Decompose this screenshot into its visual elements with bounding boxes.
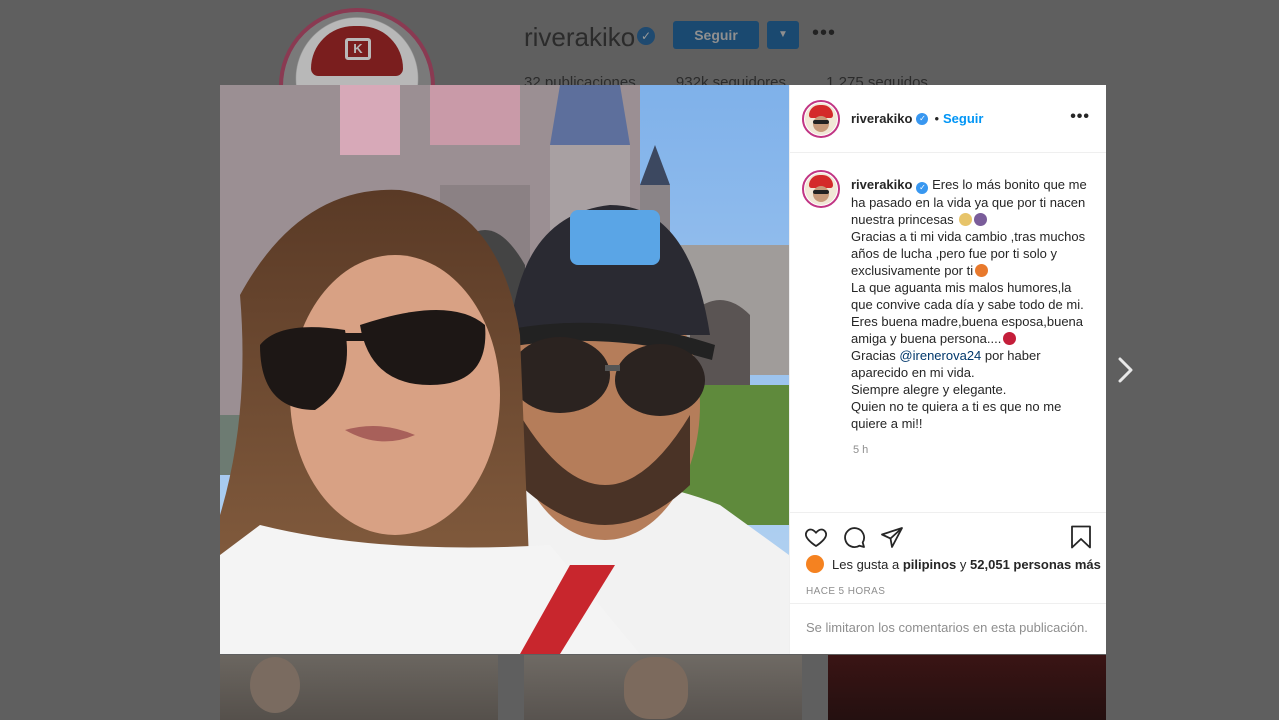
kiss-emoji-icon: [1003, 332, 1017, 345]
collision-emoji-icon: [975, 264, 989, 277]
caption-line: La que aguanta mis malos humores,la que …: [851, 280, 1084, 312]
more-options-icon[interactable]: •••: [1070, 109, 1090, 125]
likes-prefix: Les gusta a: [832, 556, 900, 572]
verified-icon: ✓: [916, 182, 929, 194]
post-sidebar: riverakiko ✓ • Seguir ••• riverakiko ✓ Er…: [789, 85, 1106, 654]
caption-area: riverakiko ✓ Eres lo más bonito que me ha…: [790, 154, 1106, 512]
caption-text: riverakiko ✓ Eres lo más bonito que me ha…: [851, 176, 1090, 432]
caption-line: Eres buena madre,buena esposa,buena amig…: [851, 314, 1084, 346]
post-header: riverakiko ✓ • Seguir •••: [790, 85, 1106, 153]
separator-dot: •: [934, 111, 939, 126]
avatar[interactable]: [802, 99, 840, 138]
caption-line: Quien no te quiera a ti es que no me qui…: [851, 399, 1062, 431]
chevron-down-icon[interactable]: ▼: [767, 21, 799, 49]
likes-joiner: y: [959, 556, 967, 572]
follow-button[interactable]: Seguir: [943, 111, 983, 126]
mention-link[interactable]: @irenerova24: [899, 348, 981, 363]
cap-logo-icon: K: [345, 38, 371, 60]
bookmark-icon[interactable]: [1070, 525, 1092, 549]
likes-summary: Les gusta a pilipinos y 52,051 personas …: [806, 555, 1101, 573]
liker-username[interactable]: pilipinos: [903, 557, 956, 572]
verified-icon: ✓: [916, 112, 929, 125]
avatar[interactable]: [802, 170, 840, 208]
caption-line: Gracias a ti mi vida cambio ,tras muchos…: [851, 229, 1086, 278]
likes-count[interactable]: 52,051 personas más: [970, 557, 1101, 572]
post-timestamp[interactable]: HACE 5 HORAS: [806, 586, 885, 597]
grid-post-thumbnail[interactable]: [828, 655, 1106, 720]
comments-disabled-notice: Se limitaron los comentarios en esta pub…: [790, 603, 1106, 654]
caption-time[interactable]: 5 h: [853, 444, 1090, 456]
princess-emoji-icon: [974, 213, 988, 226]
profile-follow-button[interactable]: Seguir: [673, 21, 759, 49]
post-photo[interactable]: [220, 85, 789, 654]
caption-line: Siempre alegre y elegante.: [851, 382, 1007, 397]
verified-icon: ✓: [637, 27, 655, 45]
grid-post-thumbnail[interactable]: [524, 655, 802, 720]
post-photo-image: [220, 85, 789, 654]
more-options-icon[interactable]: •••: [812, 22, 836, 45]
caption-line: Gracias @irenerova24 por haber aparecido…: [851, 348, 1041, 380]
princess-emoji-icon: [959, 213, 973, 226]
post-author-username[interactable]: riverakiko: [851, 111, 912, 126]
next-arrow-icon[interactable]: [1116, 356, 1136, 384]
profile-username: riverakiko: [524, 22, 636, 52]
grid-post-thumbnail[interactable]: [220, 655, 498, 720]
share-icon[interactable]: [880, 525, 904, 549]
comment-icon[interactable]: [842, 525, 866, 549]
heart-icon[interactable]: [804, 525, 828, 549]
caption-username[interactable]: riverakiko: [851, 177, 912, 192]
avatar[interactable]: [806, 555, 824, 573]
post-modal: riverakiko ✓ • Seguir ••• riverakiko ✓ Er…: [220, 85, 1106, 654]
